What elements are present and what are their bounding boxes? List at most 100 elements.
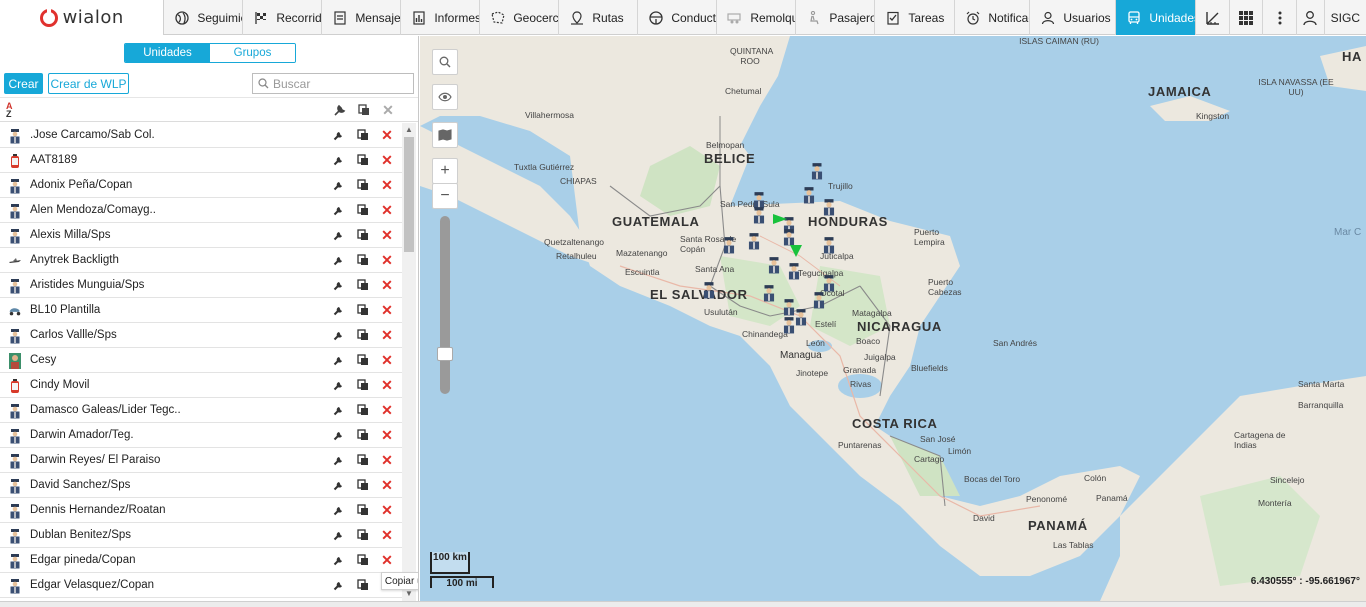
unit-copy-icon[interactable]	[357, 179, 369, 191]
unit-copy-icon[interactable]	[357, 204, 369, 216]
unit-row[interactable]: Dublan Benitez/Sps ✕	[0, 523, 402, 548]
unit-delete-icon[interactable]: ✕	[381, 328, 393, 342]
unit-row[interactable]: Alexis Milla/Sps ✕	[0, 223, 402, 248]
unit-marker-icon[interactable]	[800, 186, 818, 204]
unit-row[interactable]: Anytrek Backligth ✕	[0, 248, 402, 273]
unit-copy-icon[interactable]	[357, 254, 369, 266]
units-list-scrollbar[interactable]: ▲ ▼	[402, 123, 416, 601]
unit-row[interactable]: Edgar pineda/Copan ✕	[0, 548, 402, 573]
unit-copy-icon[interactable]	[357, 504, 369, 516]
unit-copy-icon[interactable]	[357, 429, 369, 441]
unit-copy-icon[interactable]	[357, 129, 369, 141]
unit-delete-icon[interactable]: ✕	[381, 403, 393, 417]
unit-marker-icon[interactable]	[720, 236, 738, 254]
unit-marker-icon[interactable]	[750, 206, 768, 224]
scroll-down-arrow[interactable]: ▼	[405, 590, 413, 598]
unit-copy-icon[interactable]	[357, 454, 369, 466]
unit-delete-icon[interactable]: ✕	[381, 253, 393, 267]
unit-delete-icon[interactable]: ✕	[381, 503, 393, 517]
unit-marker-icon[interactable]	[792, 308, 810, 326]
unit-delete-icon[interactable]: ✕	[381, 378, 393, 392]
unit-properties-icon[interactable]	[333, 554, 345, 566]
unit-row[interactable]: David Sanchez/Sps ✕	[0, 473, 402, 498]
unit-marker-icon[interactable]	[745, 232, 763, 250]
unit-delete-icon[interactable]: ✕	[381, 303, 393, 317]
unit-row[interactable]: Edgar Velasquez/Copan✕	[0, 573, 402, 598]
user-name[interactable]: SIGC	[1325, 0, 1366, 35]
nav-seguimiento[interactable]: Seguimiento	[164, 0, 244, 35]
unit-delete-icon[interactable]: ✕	[381, 178, 393, 192]
zoom-in-button[interactable]: +	[432, 158, 458, 184]
unit-delete-icon[interactable]: ✕	[381, 428, 393, 442]
unit-properties-icon[interactable]	[333, 579, 345, 591]
nav-unidades[interactable]: Unidades	[1116, 0, 1197, 35]
search-input[interactable]	[273, 76, 408, 91]
unit-delete-icon[interactable]: ✕	[381, 453, 393, 467]
nav-remolques[interactable]: Remolques	[717, 0, 797, 35]
create-from-wlp-button[interactable]: Crear de WLP	[48, 73, 129, 94]
unit-row[interactable]: Carlos Vallle/Sps ✕	[0, 323, 402, 348]
unit-properties-icon[interactable]	[333, 229, 345, 241]
nav-informes[interactable]: Informes	[401, 0, 481, 35]
zoom-slider-handle[interactable]	[437, 347, 453, 361]
unit-properties-icon[interactable]	[333, 479, 345, 491]
unit-delete-icon[interactable]: ✕	[381, 153, 393, 167]
map-visibility-button[interactable]	[432, 84, 458, 110]
nav-recorridos[interactable]: Recorridos	[243, 0, 323, 35]
unit-copy-icon[interactable]	[357, 304, 369, 316]
tab-groups[interactable]: Grupos	[210, 44, 295, 62]
unit-delete-icon[interactable]: ✕	[381, 278, 393, 292]
unit-delete-icon[interactable]: ✕	[381, 528, 393, 542]
unit-row[interactable]: Dennis Hernandez/Roatan ✕	[0, 498, 402, 523]
unit-copy-icon[interactable]	[357, 154, 369, 166]
unit-properties-icon[interactable]	[333, 129, 345, 141]
unit-row[interactable]: Damasco Galeas/Lider Tegc.. ✕	[0, 398, 402, 423]
unit-marker-icon[interactable]	[700, 281, 718, 299]
unit-properties-icon[interactable]	[333, 529, 345, 541]
scroll-up-arrow[interactable]: ▲	[405, 126, 413, 134]
nav-usuarios[interactable]: Usuarios	[1030, 0, 1117, 35]
unit-delete-icon[interactable]: ✕	[381, 228, 393, 242]
unit-marker-icon[interactable]	[785, 262, 803, 280]
nav-mensajes[interactable]: Mensajes	[322, 0, 402, 35]
unit-copy-icon[interactable]	[357, 404, 369, 416]
unit-delete-icon[interactable]: ✕	[381, 203, 393, 217]
unit-properties-icon[interactable]	[333, 279, 345, 291]
unit-marker-icon[interactable]	[810, 291, 828, 309]
more-menu-button[interactable]	[1263, 0, 1297, 35]
nav-pasajeros[interactable]: Pasajeros	[796, 0, 876, 35]
unit-properties-icon[interactable]	[333, 304, 345, 316]
unit-properties-icon[interactable]	[333, 154, 345, 166]
unit-properties-icon[interactable]	[333, 254, 345, 266]
unit-row[interactable]: Alen Mendoza/Comayg.. ✕	[0, 198, 402, 223]
unit-properties-icon[interactable]	[333, 354, 345, 366]
header-properties-icon[interactable]	[333, 103, 347, 117]
unit-row[interactable]: AAT8189 ✕	[0, 148, 402, 173]
unit-marker-icon[interactable]	[820, 198, 838, 216]
nav-tareas[interactable]: Tareas	[875, 0, 956, 35]
sort-az-button[interactable]: A Z	[6, 102, 13, 119]
nav-conductores[interactable]: Conductores	[638, 0, 718, 35]
header-delete-icon[interactable]: ✕	[381, 102, 395, 118]
unit-properties-icon[interactable]	[333, 429, 345, 441]
unit-delete-icon[interactable]: ✕	[381, 353, 393, 367]
map-view[interactable]: GUATEMALA HONDURAS EL SALVADOR NICARAGUA…	[420, 36, 1366, 601]
unit-marker-icon[interactable]	[820, 236, 838, 254]
tab-units[interactable]: Unidades	[125, 44, 210, 62]
unit-delete-icon[interactable]: ✕	[381, 128, 393, 142]
unit-copy-icon[interactable]	[357, 329, 369, 341]
create-button[interactable]: Crear	[4, 73, 43, 94]
unit-copy-icon[interactable]	[357, 354, 369, 366]
unit-marker-icon[interactable]	[808, 162, 826, 180]
unit-marker-icon[interactable]	[760, 284, 778, 302]
unit-properties-icon[interactable]	[333, 179, 345, 191]
unit-copy-icon[interactable]	[357, 379, 369, 391]
unit-copy-icon[interactable]	[357, 554, 369, 566]
zoom-slider-track[interactable]	[440, 216, 450, 394]
map-search-button[interactable]	[432, 49, 458, 75]
unit-row[interactable]: Cesy ✕	[0, 348, 402, 373]
unit-copy-icon[interactable]	[357, 229, 369, 241]
nav-geocercas[interactable]: Geocercas	[480, 0, 560, 35]
unit-copy-icon[interactable]	[357, 579, 369, 591]
apps-grid-button[interactable]	[1230, 0, 1264, 35]
